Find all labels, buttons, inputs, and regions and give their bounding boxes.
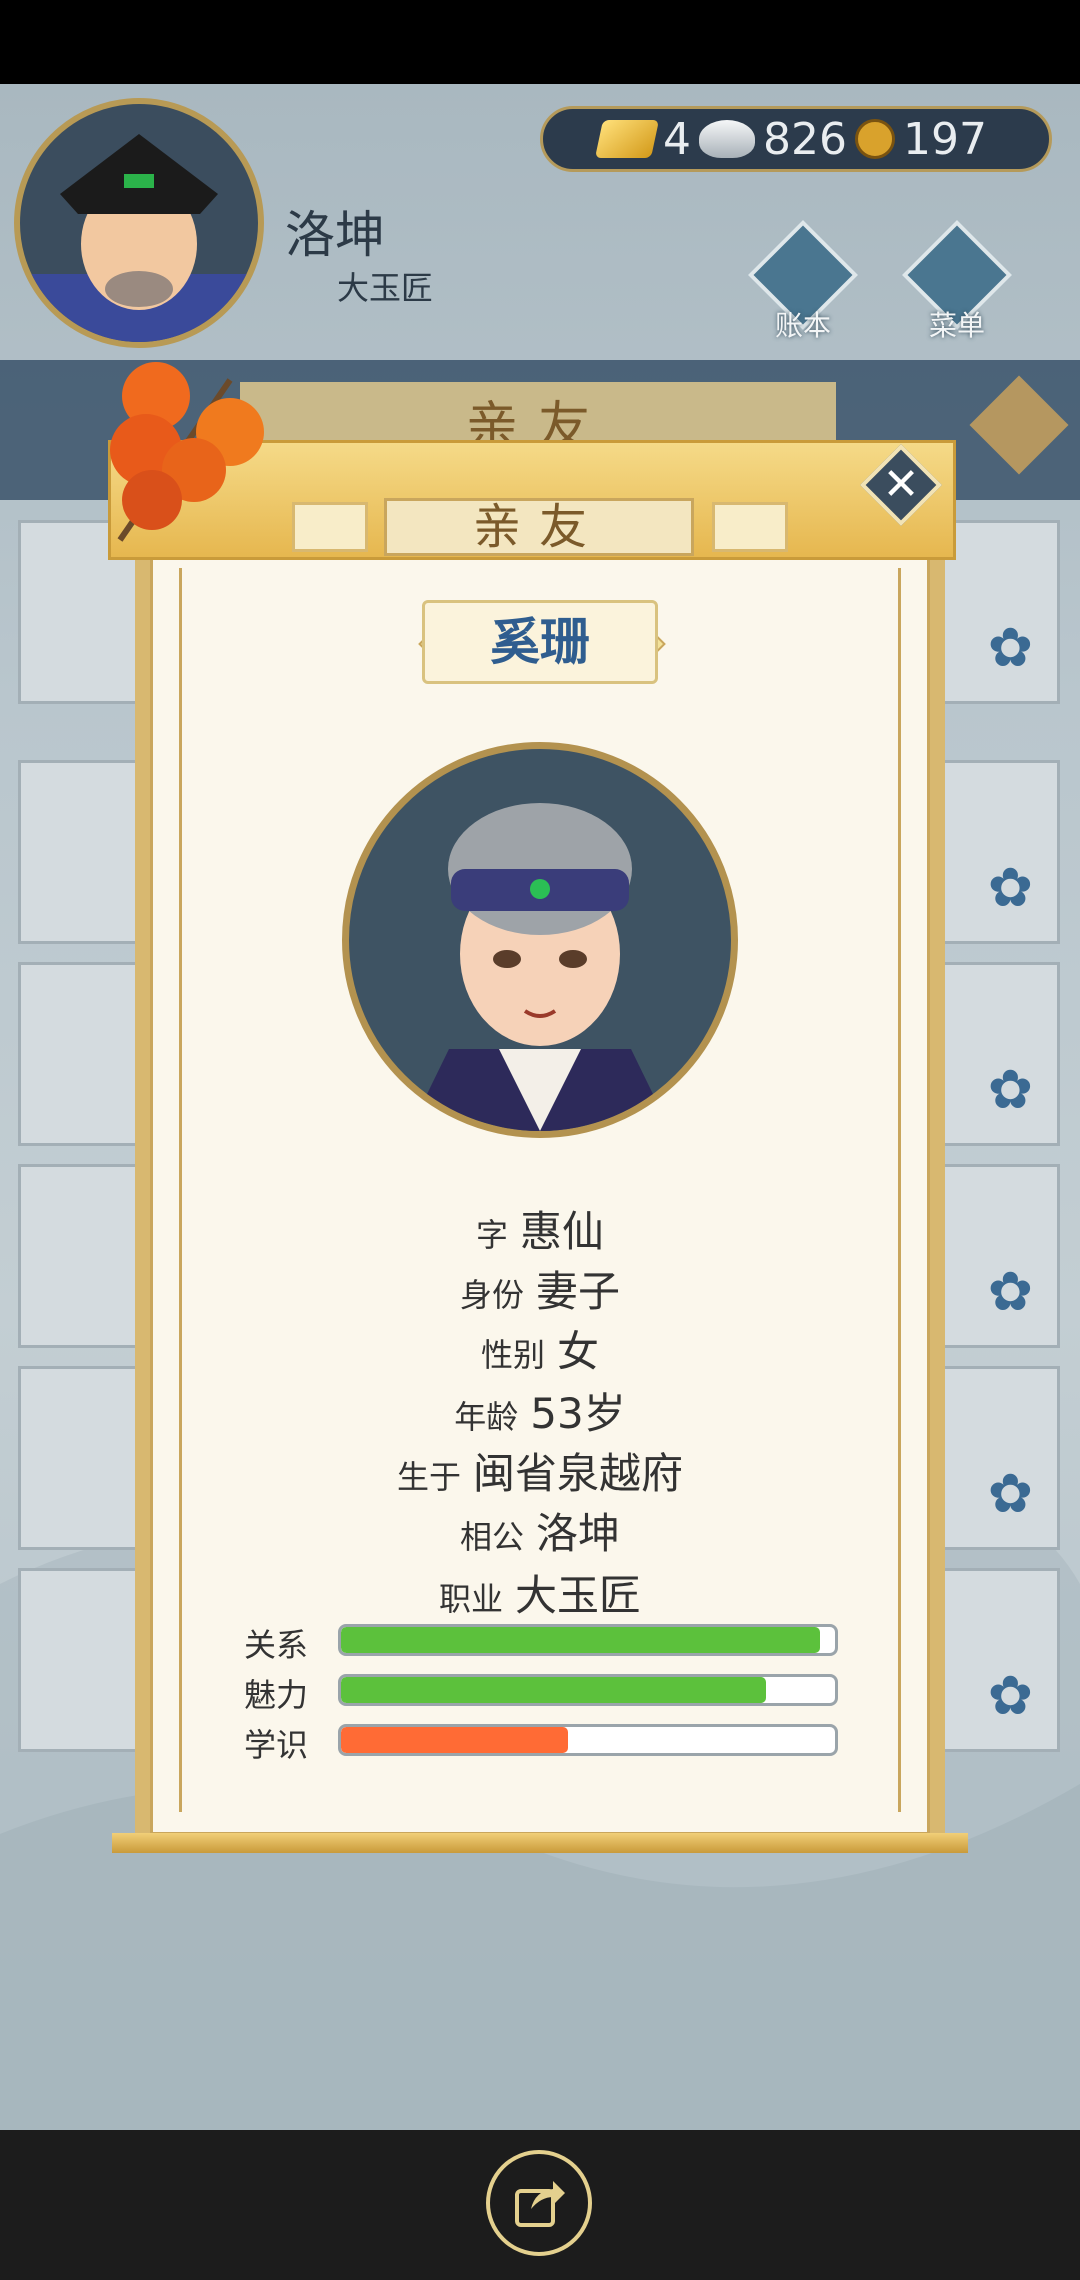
close-icon[interactable]: ✕ bbox=[872, 456, 930, 514]
detail-value: 大玉匠 bbox=[515, 1571, 642, 1620]
detail-key: 年龄 bbox=[454, 1398, 519, 1436]
stat-label: 学识 bbox=[244, 1726, 309, 1764]
coin-count: 197 bbox=[902, 113, 987, 165]
detail-row: 字惠仙 bbox=[150, 1198, 930, 1259]
stat-label: 魅力 bbox=[244, 1676, 309, 1714]
currency-bar: 4 826 197 bbox=[540, 106, 1052, 172]
share-icon bbox=[515, 2181, 565, 2227]
gold-bar-icon bbox=[594, 120, 660, 158]
detail-value: 惠仙 bbox=[520, 1207, 605, 1256]
detail-row: 性别女 bbox=[150, 1318, 930, 1379]
stat-bar-fill bbox=[341, 1727, 569, 1753]
detail-key: 性别 bbox=[480, 1336, 545, 1374]
plum-flower-icon: ✿ bbox=[987, 1058, 1033, 1121]
detail-row: 身份 妻子 bbox=[150, 1258, 930, 1319]
menu-label: 菜单 bbox=[928, 309, 985, 342]
stat-bar bbox=[338, 1674, 838, 1706]
copper-coin-icon bbox=[854, 119, 895, 159]
detail-value: 女 bbox=[557, 1327, 600, 1376]
stat-label: 关系 bbox=[244, 1626, 309, 1664]
title-side-left bbox=[292, 502, 368, 552]
detail-row: 生于 闽省泉越府 bbox=[150, 1440, 930, 1501]
player-avatar[interactable] bbox=[14, 98, 264, 348]
plum-flower-icon: ✿ bbox=[987, 1664, 1033, 1727]
person-name: 奚珊 bbox=[422, 600, 658, 684]
gold-count: 4 bbox=[663, 113, 691, 165]
stat-bar bbox=[338, 1624, 838, 1656]
detail-key: 职业 bbox=[438, 1580, 503, 1618]
detail-key: 相公 bbox=[459, 1518, 524, 1556]
ledger-button[interactable]: 账本 bbox=[747, 219, 859, 342]
modal-title: 亲友 bbox=[384, 498, 694, 556]
person-portrait bbox=[342, 742, 738, 1138]
silver-count: 826 bbox=[763, 113, 847, 165]
player-job: 大玉匠 bbox=[337, 269, 434, 307]
plum-flower-icon: ✿ bbox=[987, 1260, 1033, 1323]
hawthorn-candy-icon bbox=[110, 362, 264, 542]
player-name: 洛坤 bbox=[285, 206, 385, 264]
stat-bar-fill bbox=[341, 1627, 821, 1653]
detail-row: 年龄 53岁 bbox=[150, 1380, 930, 1441]
share-button[interactable] bbox=[486, 2150, 592, 2256]
status-bar bbox=[0, 0, 1080, 84]
menu-button[interactable]: 菜单 bbox=[901, 219, 1013, 342]
plum-flower-icon: ✿ bbox=[987, 1462, 1033, 1525]
stat-bar-fill bbox=[341, 1677, 766, 1703]
detail-value: 53岁 bbox=[530, 1389, 626, 1438]
detail-key: 身份 bbox=[459, 1276, 524, 1314]
plum-flower-icon: ✿ bbox=[987, 616, 1033, 679]
detail-value: 闽省泉越府 bbox=[473, 1449, 684, 1498]
ledger-label: 账本 bbox=[774, 309, 831, 342]
detail-value: 妻子 bbox=[536, 1267, 621, 1316]
title-side-right bbox=[712, 502, 788, 552]
plum-flower-icon: ✿ bbox=[987, 856, 1033, 919]
detail-key: 字 bbox=[475, 1216, 508, 1254]
modal-bottom-rod bbox=[112, 1833, 968, 1853]
stat-bar bbox=[338, 1724, 838, 1756]
detail-value: 洛坤 bbox=[536, 1509, 621, 1558]
detail-row: 职业 大玉匠 bbox=[150, 1562, 930, 1623]
detail-key: 生于 bbox=[396, 1458, 461, 1496]
detail-row: 相公 洛坤 bbox=[150, 1500, 930, 1561]
silver-ingot-icon bbox=[699, 120, 755, 158]
